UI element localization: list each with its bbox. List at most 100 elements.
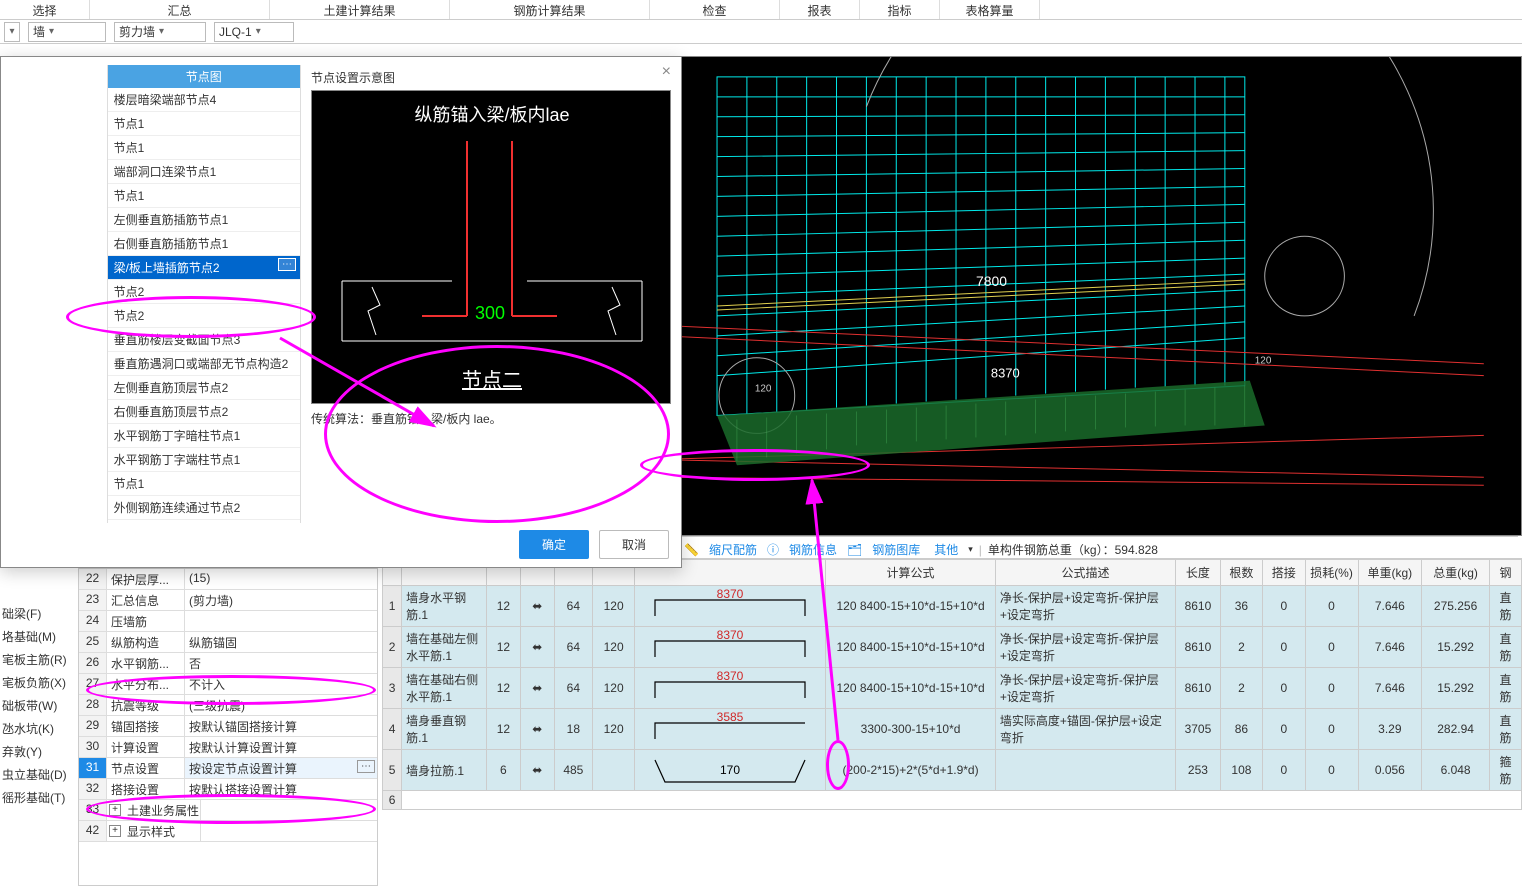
- node-list-item[interactable]: 楼层暗梁端部节点4: [108, 88, 300, 112]
- side-nav-item[interactable]: 础梁(F): [0, 602, 76, 625]
- prop-row[interactable]: 30计算设置按默认计算设置计算: [79, 737, 377, 758]
- diagram-panel: 节点设置示意图 纵筋锚入梁/板内lae: [301, 65, 681, 523]
- side-nav: 础梁(F)垎基础(M)宒板主筋(R)宒板负筋(X)础板带(W)氹水坑(K)弃敦(…: [0, 602, 76, 809]
- tab-summary[interactable]: 汇总: [90, 0, 270, 19]
- prop-row[interactable]: 25纵筋构造纵筋锚固: [79, 632, 377, 653]
- node-list-item[interactable]: 左侧垂直筋插筋节点1: [108, 208, 300, 232]
- table-row[interactable]: 5墙身拉筋.16⬌485170 (200-2*15)+2*(5*d+1.9*d)…: [383, 750, 1522, 791]
- side-nav-item[interactable]: 虫立基础(D): [0, 763, 76, 786]
- ok-button[interactable]: 确定: [519, 530, 589, 559]
- table-row[interactable]: 4墙身垂直钢筋.112⬌181203585 3300-300-15+10*d墙实…: [383, 709, 1522, 750]
- table-header[interactable]: 根数: [1220, 560, 1262, 586]
- node-list-item[interactable]: 右侧垂直筋插筋节点1: [108, 232, 300, 256]
- node-list-item[interactable]: 节点1: [108, 184, 300, 208]
- table-header[interactable]: 钢: [1490, 560, 1522, 586]
- table-header[interactable]: 损耗(%): [1305, 560, 1358, 586]
- tb-info[interactable]: 钢筋信息: [785, 541, 841, 558]
- property-grid[interactable]: 22保护层厚...(15)23汇总信息(剪力墙)24压墙筋25纵筋构造纵筋锚固2…: [78, 568, 378, 886]
- dd-type[interactable]: 剪力墙: [114, 22, 206, 42]
- side-nav-item[interactable]: 础板带(W): [0, 694, 76, 717]
- svg-text:节点二: 节点二: [462, 369, 522, 392]
- prop-row[interactable]: 22保护层厚...(15): [79, 569, 377, 590]
- prop-row[interactable]: 23汇总信息(剪力墙): [79, 590, 377, 611]
- tb-ruler[interactable]: 缩尺配筋: [705, 541, 761, 558]
- filter-row: 墙 剪力墙 JLQ-1: [0, 20, 1522, 44]
- svg-text:8370: 8370: [717, 629, 744, 642]
- svg-text:7800: 7800: [976, 273, 1007, 289]
- side-nav-item[interactable]: 弃敦(Y): [0, 740, 76, 763]
- prop-row[interactable]: 27水平分布...不计入: [79, 674, 377, 695]
- tb-lib[interactable]: 钢筋图库: [868, 541, 924, 558]
- table-header[interactable]: 搭接: [1263, 560, 1305, 586]
- side-nav-item[interactable]: 宒板主筋(R): [0, 648, 76, 671]
- prop-row[interactable]: 31节点设置按设定节点设置计算: [79, 758, 377, 779]
- main-area: 7800 8370 120 120 × 节点图 楼层暗梁端部节点4节点1节点1端…: [0, 46, 1522, 886]
- table-header[interactable]: 公式描述: [995, 560, 1175, 586]
- node-list-item[interactable]: 节点1: [108, 112, 300, 136]
- tab-table[interactable]: 表格算量: [940, 0, 1040, 19]
- top-tabs: 选择 汇总 土建计算结果 钢筋计算结果 检查 报表 指标 表格算量: [0, 0, 1522, 20]
- ruler-icon: 📏: [684, 543, 699, 557]
- table-header[interactable]: 总重(kg): [1422, 560, 1490, 586]
- svg-text:120: 120: [755, 384, 772, 395]
- rebar-table[interactable]: 计算公式公式描述长度根数搭接损耗(%)单重(kg)总重(kg)钢 1墙身水平钢筋…: [382, 558, 1522, 886]
- side-nav-item[interactable]: 氹水坑(K): [0, 717, 76, 740]
- node-list-item[interactable]: 左侧垂直筋顶层节点2: [108, 376, 300, 400]
- table-header[interactable]: 长度: [1176, 560, 1221, 586]
- tab-check[interactable]: 检查: [650, 0, 780, 19]
- prop-row[interactable]: 29锚固搭接按默认锚固搭接计算: [79, 716, 377, 737]
- tab-rebar[interactable]: 钢筋计算结果: [450, 0, 650, 19]
- tb-weight: 单构件钢筋总重（kg）：594.828: [988, 541, 1158, 558]
- tab-index[interactable]: 指标: [860, 0, 940, 19]
- node-list-item[interactable]: 右侧垂直筋顶层节点2: [108, 400, 300, 424]
- diagram-title: 节点设置示意图: [311, 69, 671, 90]
- table-row[interactable]: 3墙在基础右侧水平筋.112⬌641208370120 8400-15+10*d…: [383, 668, 1522, 709]
- node-list-item[interactable]: 节点2: [108, 280, 300, 304]
- svg-text:300: 300: [475, 303, 505, 323]
- node-list-item[interactable]: 梁/板上墙插筋节点2: [108, 256, 300, 280]
- table-row[interactable]: 1墙身水平钢筋.112⬌641208370120 8400-15+10*d-15…: [383, 586, 1522, 627]
- side-nav-item[interactable]: 宒板负筋(X): [0, 671, 76, 694]
- dd-component[interactable]: JLQ-1: [214, 22, 294, 42]
- prop-row[interactable]: 26水平钢筋...否: [79, 653, 377, 674]
- table-row[interactable]: 2墙在基础左侧水平筋.112⬌641208370120 8400-15+10*d…: [383, 627, 1522, 668]
- prop-row[interactable]: 32搭接设置按默认搭接设置计算: [79, 779, 377, 800]
- diagram-box: 纵筋锚入梁/板内lae: [311, 90, 671, 404]
- prop-row[interactable]: 33+土建业务属性: [79, 800, 377, 821]
- info-icon: ⓘ: [767, 541, 779, 558]
- node-list-item[interactable]: 节点1: [108, 136, 300, 160]
- node-list-item[interactable]: 节点2: [108, 304, 300, 328]
- table-header[interactable]: 单重(kg): [1358, 560, 1422, 586]
- library-icon: 🗂: [847, 543, 862, 557]
- svg-text:8370: 8370: [717, 670, 744, 683]
- node-list[interactable]: 节点图 楼层暗梁端部节点4节点1节点1端部洞口连梁节点1节点1左侧垂直筋插筋节点…: [108, 65, 301, 523]
- node-list-item[interactable]: 拐角暗柱内侧节点3: [108, 520, 300, 523]
- side-nav-item[interactable]: 垎基础(M): [0, 625, 76, 648]
- tb-other[interactable]: 其他: [930, 541, 962, 558]
- prop-row[interactable]: 42+显示样式: [79, 821, 377, 842]
- tab-select[interactable]: 选择: [0, 0, 90, 19]
- prop-row[interactable]: 24压墙筋: [79, 611, 377, 632]
- table-header[interactable]: 计算公式: [826, 560, 996, 586]
- tab-report[interactable]: 报表: [780, 0, 860, 19]
- svg-text:3585: 3585: [717, 711, 744, 724]
- node-list-item[interactable]: 水平钢筋丁字端柱节点1: [108, 448, 300, 472]
- cancel-button[interactable]: 取消: [599, 530, 669, 559]
- algo-note: 传统算法：垂直筋锚入梁/板内 lae。: [311, 410, 671, 427]
- side-nav-item[interactable]: 徭形基础(T): [0, 786, 76, 809]
- svg-text:120: 120: [1255, 356, 1272, 367]
- node-list-header: 节点图: [108, 65, 300, 88]
- close-icon[interactable]: ×: [662, 63, 671, 81]
- dd-mini[interactable]: [4, 22, 20, 42]
- node-list-item[interactable]: 端部洞口连梁节点1: [108, 160, 300, 184]
- svg-text:170: 170: [720, 763, 740, 777]
- node-settings-dialog: × 节点图 楼层暗梁端部节点4节点1节点1端部洞口连梁节点1节点1左侧垂直筋插筋…: [0, 56, 682, 568]
- node-list-item[interactable]: 节点1: [108, 472, 300, 496]
- node-list-item[interactable]: 垂直筋楼层变截面节点3: [108, 328, 300, 352]
- tab-civil[interactable]: 土建计算结果: [270, 0, 450, 19]
- prop-row[interactable]: 28抗震等级(三级抗震): [79, 695, 377, 716]
- node-list-item[interactable]: 外侧钢筋连续通过节点2: [108, 496, 300, 520]
- node-list-item[interactable]: 垂直筋遇洞口或端部无节点构造2: [108, 352, 300, 376]
- node-list-item[interactable]: 水平钢筋丁字暗柱节点1: [108, 424, 300, 448]
- dd-category[interactable]: 墙: [28, 22, 106, 42]
